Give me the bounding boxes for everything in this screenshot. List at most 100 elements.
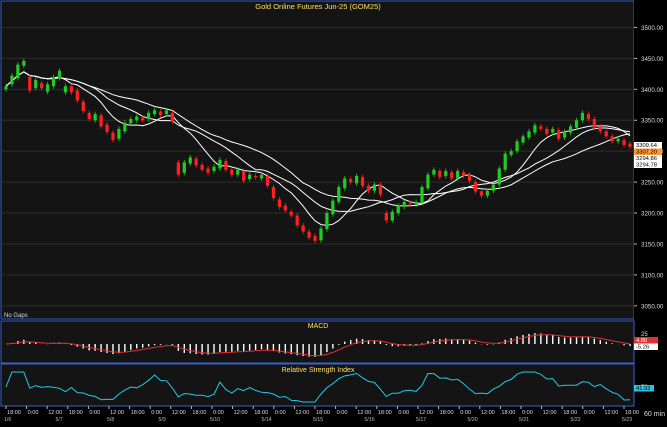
candle-down[interactable] — [99, 115, 103, 127]
candle-up[interactable] — [135, 116, 139, 121]
candle-up[interactable] — [551, 128, 555, 133]
candle-up[interactable] — [402, 201, 406, 207]
candle-down[interactable] — [378, 184, 382, 195]
candle-up[interactable] — [521, 136, 525, 143]
candle-up[interactable] — [236, 169, 240, 175]
candle-down[interactable] — [366, 185, 371, 191]
candle-up[interactable] — [182, 162, 186, 173]
candle-up[interactable] — [63, 86, 68, 93]
candle-up[interactable] — [568, 126, 573, 133]
candle-up[interactable] — [355, 175, 359, 184]
candle-down[interactable] — [224, 161, 228, 170]
candle-up[interactable] — [319, 228, 323, 241]
candle-down[interactable] — [271, 187, 276, 199]
candle-down[interactable] — [230, 169, 234, 175]
candle-down[interactable] — [473, 182, 478, 192]
candle-up[interactable] — [485, 190, 489, 196]
candle-up[interactable] — [212, 166, 216, 171]
candle-up[interactable] — [46, 84, 50, 92]
timeframe-label[interactable]: 60 min — [644, 411, 665, 418]
candle-down[interactable] — [87, 112, 91, 120]
candle-down[interactable] — [69, 86, 73, 93]
candle-down[interactable] — [158, 111, 163, 116]
candle-down[interactable] — [467, 174, 472, 181]
candle-up[interactable] — [10, 75, 14, 85]
candle-up[interactable] — [396, 205, 400, 214]
candle-up[interactable] — [574, 120, 579, 128]
candle-down[interactable] — [283, 205, 287, 211]
candle-up[interactable] — [164, 110, 169, 115]
candle-down[interactable] — [360, 177, 365, 186]
candle-down[interactable] — [242, 170, 246, 181]
candle-down[interactable] — [462, 172, 466, 176]
candle-up[interactable] — [426, 174, 430, 189]
candle-up[interactable] — [16, 64, 20, 79]
candle-up[interactable] — [616, 138, 620, 142]
time-axis[interactable]: 18:00 0:00 12:00 18:00 0:00 12:00 18:00 0:00 12:… — [4, 406, 639, 423]
candle-down[interactable] — [313, 235, 317, 241]
candle-up[interactable] — [414, 201, 418, 205]
candle-up[interactable] — [325, 213, 329, 230]
candle-up[interactable] — [390, 211, 394, 221]
candle-down[interactable] — [598, 126, 602, 132]
candle-up[interactable] — [123, 122, 127, 132]
candle-up[interactable] — [444, 170, 448, 176]
candle-down[interactable] — [301, 225, 305, 232]
candle-down[interactable] — [295, 215, 299, 226]
candle-up[interactable] — [491, 184, 495, 191]
candle-down[interactable] — [610, 136, 614, 142]
candle-up[interactable] — [4, 86, 8, 90]
candle-up[interactable] — [420, 187, 424, 204]
candle-down[interactable] — [206, 168, 210, 173]
candle-down[interactable] — [40, 83, 44, 89]
candle-up[interactable] — [432, 169, 436, 175]
candle-up[interactable] — [580, 112, 585, 121]
candle-up[interactable] — [188, 157, 192, 164]
candle-up[interactable] — [527, 131, 531, 138]
candle-down[interactable] — [105, 124, 109, 132]
candle-down[interactable] — [194, 158, 198, 166]
candle-up[interactable] — [331, 200, 335, 215]
candle-up[interactable] — [51, 76, 56, 87]
candle-down[interactable] — [75, 90, 79, 101]
candle-up[interactable] — [337, 187, 341, 202]
candle-up[interactable] — [509, 151, 513, 155]
candle-down[interactable] — [170, 112, 174, 122]
candle-up[interactable] — [503, 153, 507, 170]
candle-down[interactable] — [592, 119, 596, 128]
candle-up[interactable] — [456, 170, 460, 179]
candle-up[interactable] — [57, 70, 62, 79]
candle-down[interactable] — [450, 172, 454, 179]
candle-down[interactable] — [622, 140, 626, 145]
candle-up[interactable] — [147, 112, 151, 120]
candle-up[interactable] — [497, 168, 501, 185]
candle-down[interactable] — [265, 175, 270, 186]
candle-down[interactable] — [176, 162, 180, 175]
candle-down[interactable] — [586, 114, 590, 120]
candle-down[interactable] — [289, 211, 293, 216]
candle-down[interactable] — [545, 128, 549, 134]
candle-down[interactable] — [307, 231, 311, 238]
candle-down[interactable] — [141, 117, 145, 121]
candle-up[interactable] — [129, 119, 133, 124]
candle-down[interactable] — [438, 170, 442, 178]
candle-down[interactable] — [384, 213, 388, 221]
candle-down[interactable] — [349, 179, 353, 183]
candle-up[interactable] — [117, 128, 121, 139]
candle-up[interactable] — [152, 110, 157, 115]
candle-up[interactable] — [343, 178, 347, 189]
candle-down[interactable] — [111, 132, 115, 141]
candle-down[interactable] — [539, 126, 543, 129]
candle-up[interactable] — [218, 159, 222, 169]
candle-up[interactable] — [372, 184, 377, 191]
candle-up[interactable] — [563, 131, 567, 138]
candle-up[interactable] — [248, 174, 252, 180]
candle-up[interactable] — [34, 80, 38, 89]
candle-down[interactable] — [408, 203, 412, 205]
candle-down[interactable] — [628, 143, 632, 147]
candle-up[interactable] — [22, 60, 26, 66]
candle-up[interactable] — [259, 174, 264, 179]
candle-down[interactable] — [81, 101, 85, 111]
candle-up[interactable] — [93, 114, 97, 121]
candle-down[interactable] — [479, 191, 484, 196]
